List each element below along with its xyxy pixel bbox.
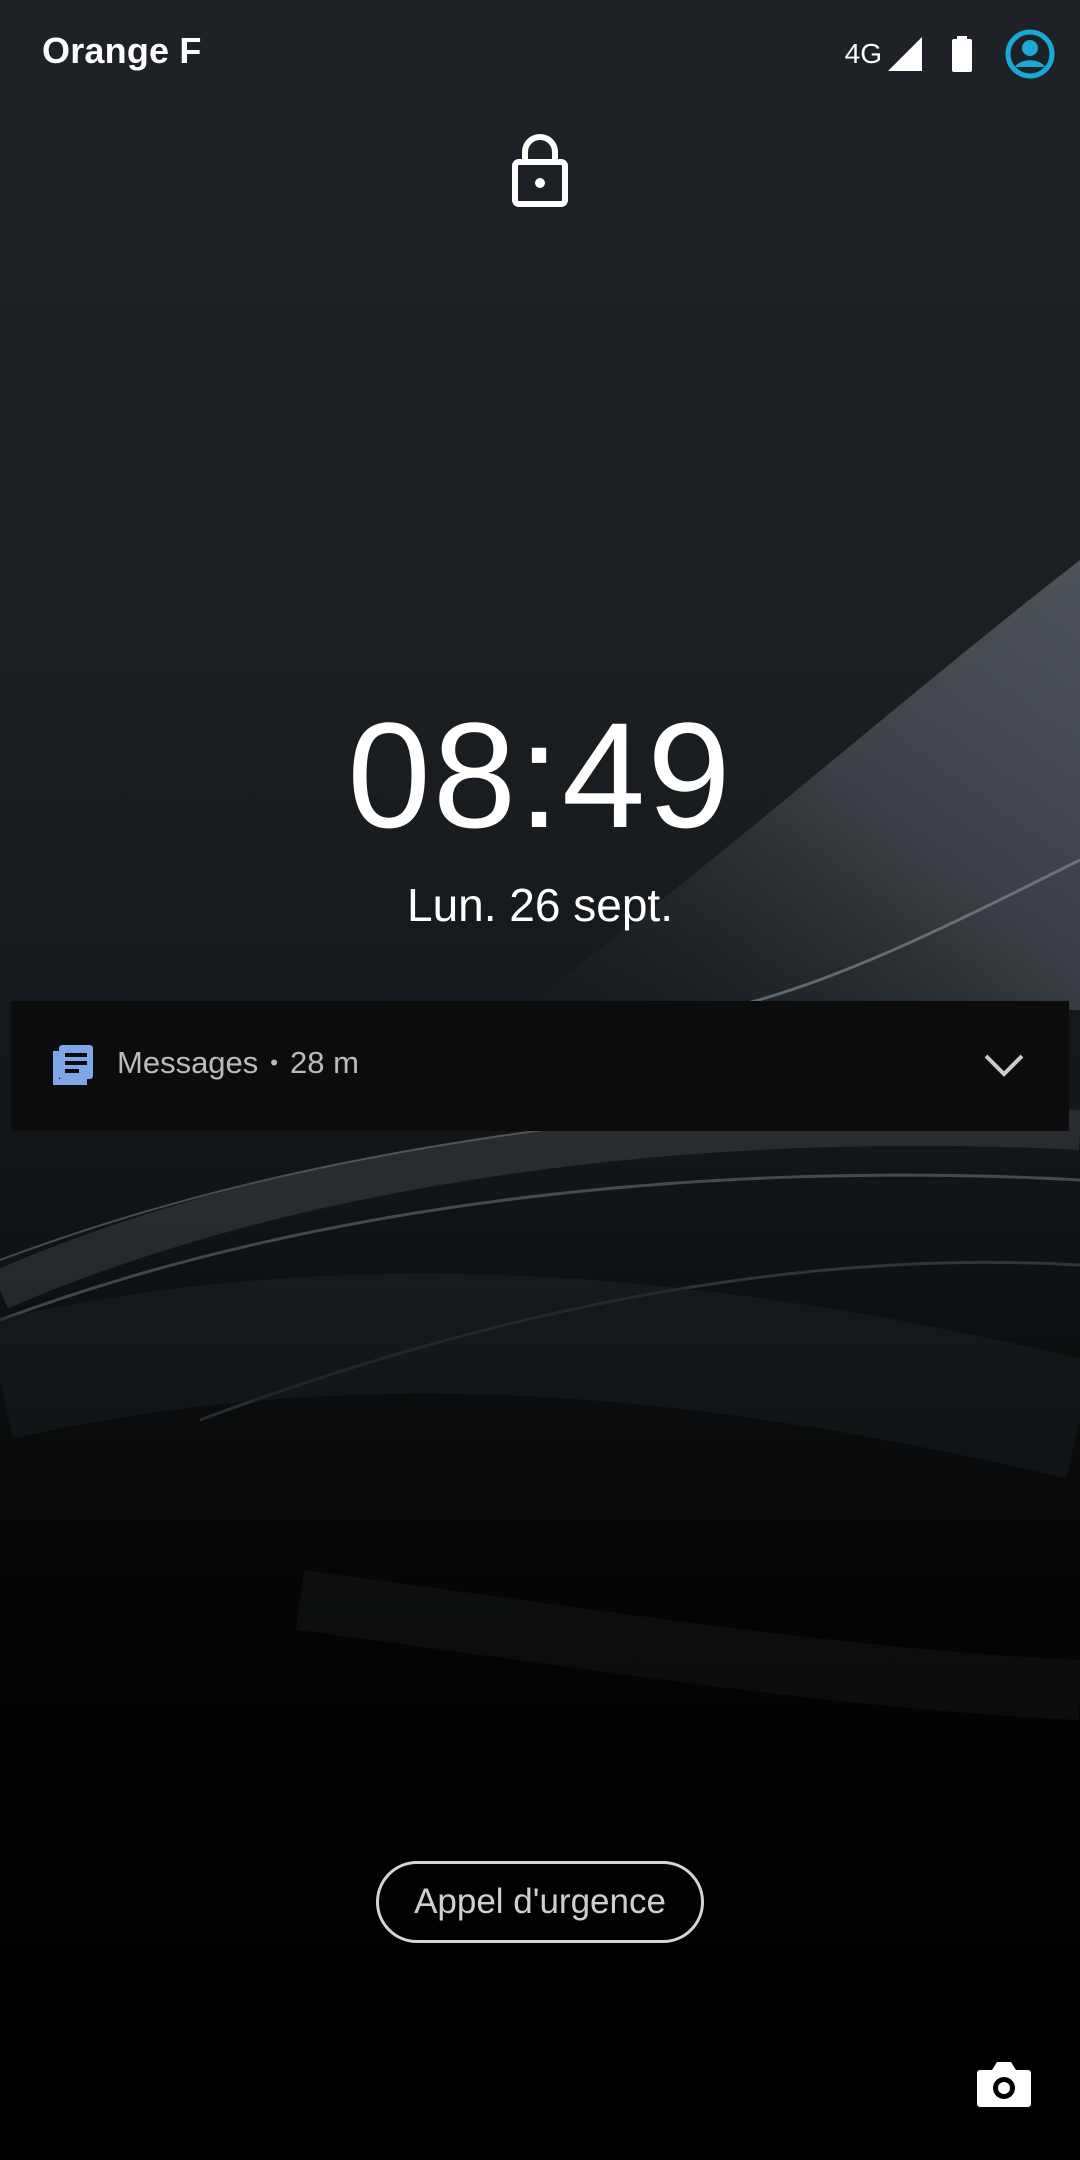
lock-icon [512,134,568,207]
camera-icon[interactable] [976,2058,1032,2108]
network-type-label: 4G [844,38,882,69]
account-circle-icon[interactable] [1004,28,1056,80]
chevron-down-icon[interactable] [983,1047,1025,1081]
cell-signal-icon [888,37,922,71]
notification-card-messages[interactable]: Messages • 28 m [11,1001,1069,1131]
emergency-call-button[interactable]: Appel d'urgence [376,1861,704,1943]
notification-separator: • [270,1050,278,1075]
status-icons: 4G [845,26,1056,82]
notification-header: Messages • 28 m [117,1045,359,1081]
battery-icon [952,36,972,72]
lockscreen-date: Lun. 26 sept. [407,879,673,931]
carrier-name: Orange F [42,30,202,71]
messages-icon [53,1045,93,1085]
status-bar: Orange F 4G [0,0,1080,108]
notification-age: 28 m [290,1045,359,1080]
lockscreen-clock: 08:49 [347,691,733,859]
lock-screen: Orange F 4G 08:49 Lun. 26 sept. Messages… [0,0,1080,2160]
notification-app-name: Messages [117,1045,259,1080]
